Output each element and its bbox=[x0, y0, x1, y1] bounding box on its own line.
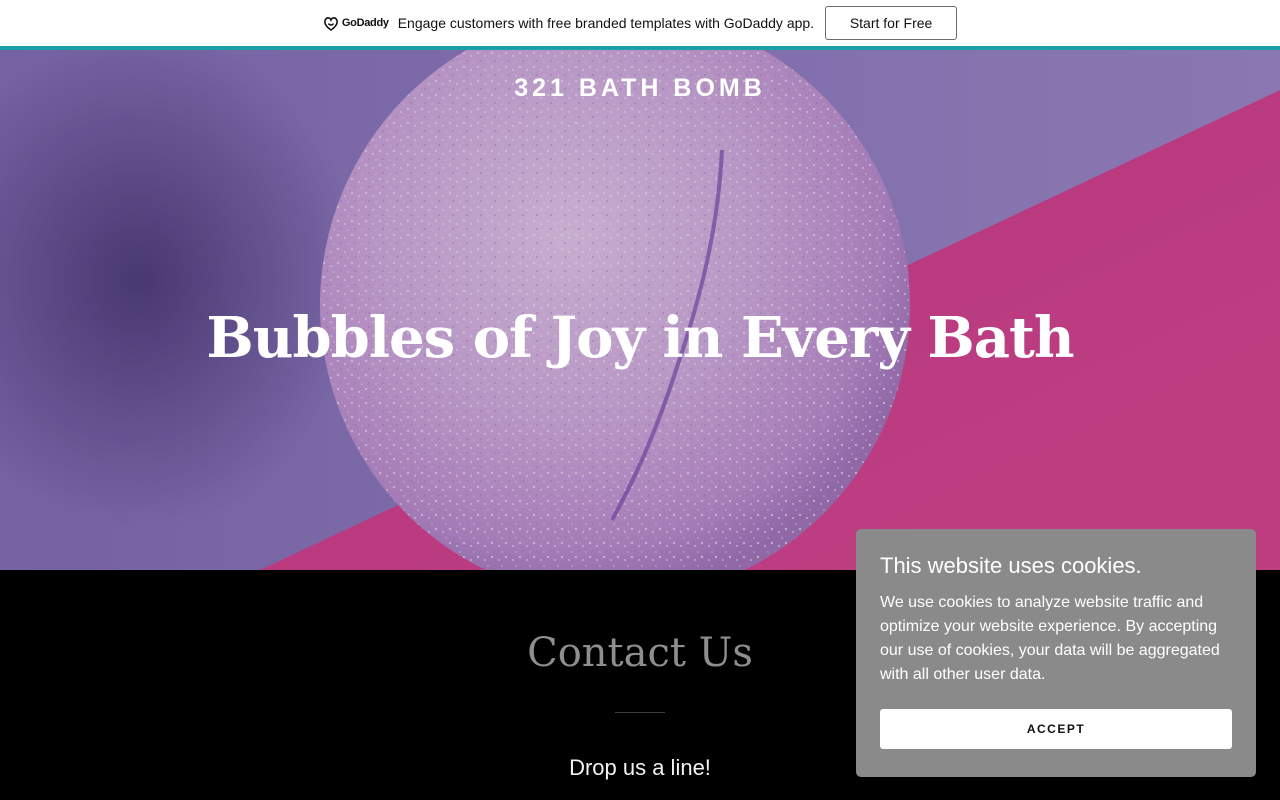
hero-section: 321 BATH BOMB Bubbles of Joy in Every Ba… bbox=[0, 50, 1280, 570]
godaddy-logo-text: GoDaddy bbox=[341, 17, 389, 29]
godaddy-promo-banner: GoDaddy Engage customers with free brand… bbox=[0, 0, 1280, 50]
cookie-title: This website uses cookies. bbox=[880, 553, 1142, 578]
site-title[interactable]: 321 BATH BOMB bbox=[0, 74, 1280, 103]
start-for-free-button[interactable]: Start for Free bbox=[825, 6, 958, 40]
accept-cookies-button[interactable]: ACCEPT bbox=[880, 709, 1232, 749]
cookie-message: We use cookies to analyze website traffi… bbox=[880, 594, 1220, 683]
godaddy-logo-icon bbox=[324, 16, 338, 31]
hero-headline: Bubbles of Joy in Every Bath bbox=[206, 305, 1074, 371]
section-divider bbox=[615, 712, 665, 713]
promo-message: Engage customers with free branded templ… bbox=[397, 15, 815, 31]
cookie-consent-banner: This website uses cookies. We use cookie… bbox=[856, 529, 1256, 777]
godaddy-logo[interactable]: GoDaddy bbox=[323, 16, 389, 31]
